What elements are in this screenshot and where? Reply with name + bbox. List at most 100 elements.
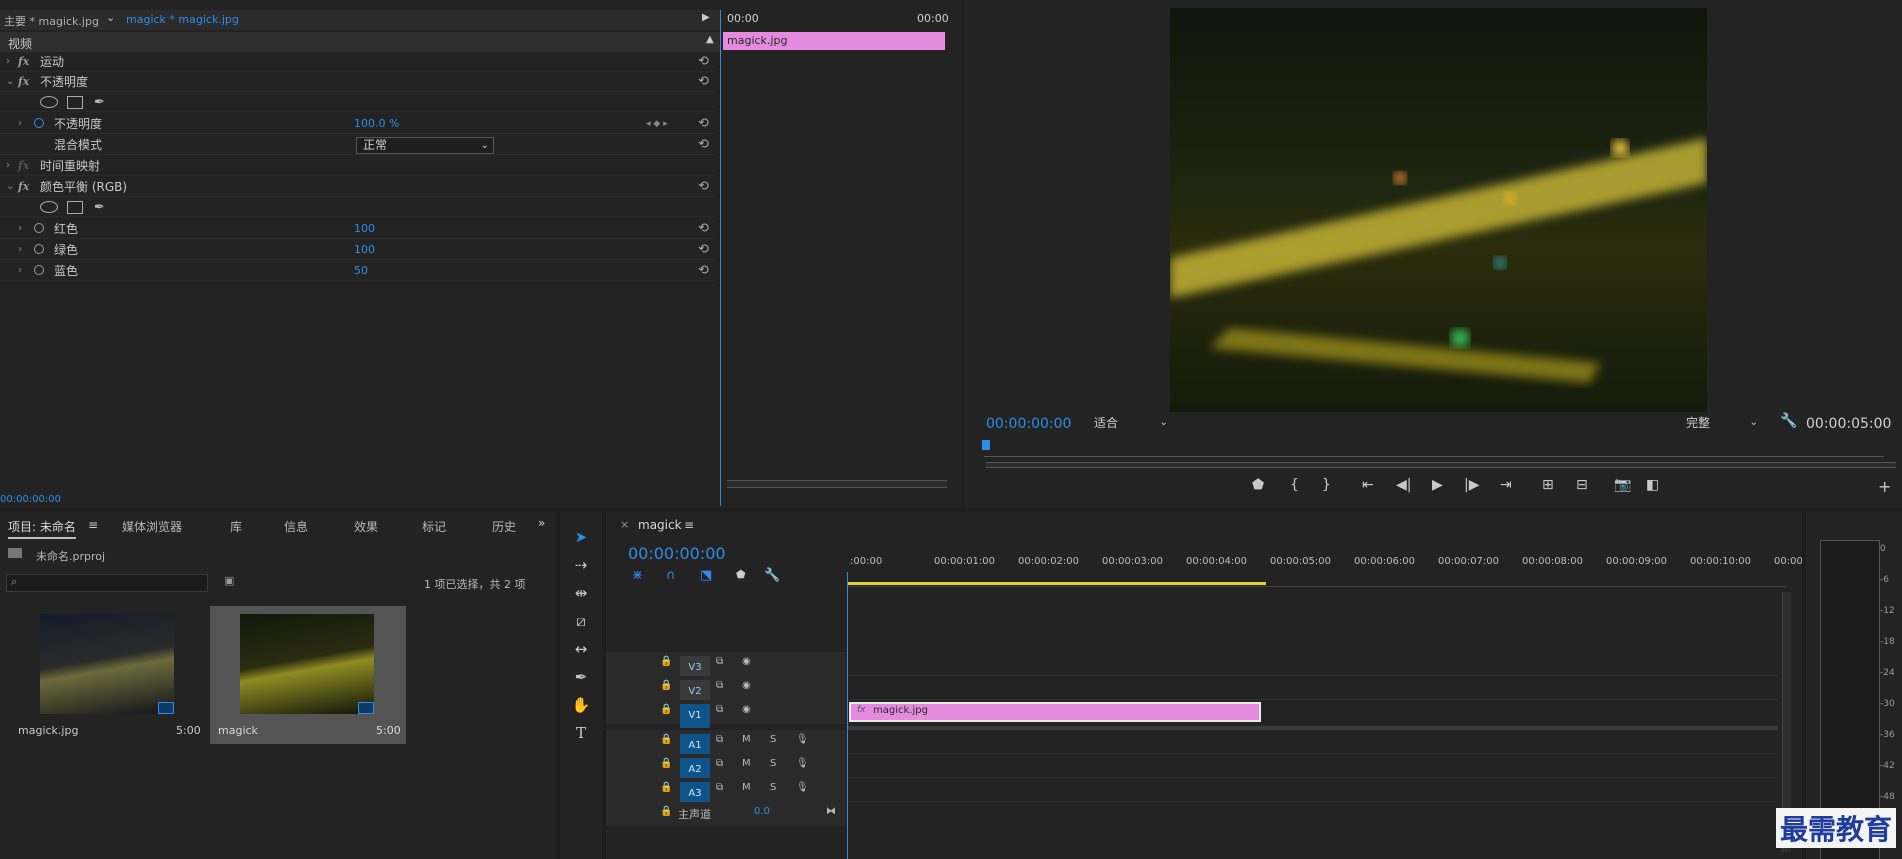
tab-history[interactable]: 历史 xyxy=(492,518,520,535)
blue-value[interactable]: 50 xyxy=(354,261,368,281)
clip-tab[interactable]: magick * magick.jpg xyxy=(126,13,239,26)
sync-lock-icon[interactable]: ⧉ xyxy=(716,704,723,715)
snap-icon[interactable]: ∩ xyxy=(666,568,676,583)
master-value[interactable]: 0.0 xyxy=(754,806,770,817)
reset-icon[interactable]: ⟲ xyxy=(698,261,709,281)
extract-icon[interactable]: ⊟ xyxy=(1576,477,1588,493)
go-to-out-icon[interactable]: ⇥ xyxy=(1500,477,1512,493)
chevron-down-icon[interactable]: ⌄ xyxy=(6,177,14,197)
rectangle-mask-icon[interactable] xyxy=(67,96,83,109)
stopwatch-icon[interactable] xyxy=(34,244,44,254)
rectangle-mask-icon[interactable] xyxy=(67,201,83,214)
add-button-icon[interactable]: + xyxy=(1878,477,1891,496)
effect-scrollbar[interactable] xyxy=(727,480,947,488)
tab-libraries[interactable]: 库 xyxy=(230,518,242,535)
track-select-tool-icon[interactable]: ⇢ xyxy=(570,554,592,576)
reset-icon[interactable]: ⟲ xyxy=(698,177,709,197)
keyframe-nav-icon[interactable]: ◂ ◆ ▸ xyxy=(646,114,668,134)
mute-button[interactable]: M xyxy=(742,734,751,745)
mic-icon[interactable]: 🎙 xyxy=(796,734,809,745)
track-lanes[interactable] xyxy=(848,652,1778,828)
tab-menu-icon[interactable]: ≡ xyxy=(684,518,694,532)
timeline-timecode[interactable]: 00:00:00:00 xyxy=(628,544,726,563)
tab-effects[interactable]: 效果 xyxy=(354,518,378,535)
sync-lock-icon[interactable]: ⧉ xyxy=(716,734,723,745)
track-v3[interactable]: 🔒 V3 ⧉ ◉ xyxy=(606,652,846,680)
chevron-right-icon[interactable]: › xyxy=(18,114,22,134)
type-tool-icon[interactable]: T xyxy=(570,722,592,744)
solo-button[interactable]: S xyxy=(770,758,776,769)
eye-icon[interactable]: ◉ xyxy=(742,704,751,715)
time-remap-row[interactable]: › fx 时间重映射 xyxy=(0,156,715,176)
add-marker-icon[interactable]: ⬟ xyxy=(1252,477,1264,493)
new-bin-icon[interactable]: ▣ xyxy=(224,574,234,587)
chevron-right-icon[interactable]: › xyxy=(6,52,10,72)
effect-timeline[interactable]: 00:00 00:00 magick.jpg xyxy=(720,10,962,506)
pen-mask-icon[interactable]: ✒ xyxy=(94,93,105,113)
add-marker-icon[interactable]: ⬟ xyxy=(736,568,746,581)
program-timecode[interactable]: 00:00:00:00 xyxy=(986,416,1071,432)
chevron-right-icon[interactable]: › xyxy=(18,261,22,281)
razor-tool-icon[interactable]: ⧄ xyxy=(570,610,592,632)
tab-project[interactable]: 项目: 未命名 xyxy=(8,518,76,539)
go-to-in-icon[interactable]: ⇤ xyxy=(1362,477,1374,493)
slip-tool-icon[interactable]: ↔ xyxy=(570,638,592,660)
eye-icon[interactable]: ◉ xyxy=(742,680,751,691)
fit-select[interactable]: 适合 ⌄ xyxy=(1090,414,1172,432)
program-playhead[interactable] xyxy=(982,440,990,450)
motion-row[interactable]: › fx 运动 ⟲ xyxy=(0,52,715,72)
lift-icon[interactable]: ⊞ xyxy=(1542,477,1554,493)
program-scrollbar[interactable] xyxy=(986,462,1896,468)
fx-icon[interactable]: fx xyxy=(18,177,29,197)
chevron-down-icon[interactable]: ⌄ xyxy=(6,72,14,92)
lock-icon[interactable]: 🔒 xyxy=(660,734,672,745)
pen-tool-icon[interactable]: ✒ xyxy=(570,666,592,688)
timeline-clip[interactable]: fx magick.jpg xyxy=(849,702,1261,722)
sync-lock-icon[interactable]: ⧉ xyxy=(716,656,723,667)
fx-icon[interactable]: fx xyxy=(18,52,29,72)
color-balance-row[interactable]: ⌄ fx 颜色平衡 (RGB) ⟲ xyxy=(0,177,715,197)
mark-out-icon[interactable]: } xyxy=(1322,477,1331,493)
solo-button[interactable]: S xyxy=(770,734,776,745)
mute-button[interactable]: M xyxy=(742,782,751,793)
red-row[interactable]: › 红色 100 ⟲ xyxy=(0,219,715,239)
clip-dropdown-icon[interactable]: ⌄ xyxy=(106,11,115,24)
solo-button[interactable]: S xyxy=(770,782,776,793)
wrench-icon[interactable]: 🔧 xyxy=(1780,413,1797,429)
mark-in-icon[interactable]: { xyxy=(1290,477,1299,493)
sync-lock-icon[interactable]: ⧉ xyxy=(716,782,723,793)
lock-icon[interactable]: 🔒 xyxy=(660,680,672,691)
ellipse-mask-icon[interactable] xyxy=(40,96,58,108)
timeline-tab[interactable]: magick xyxy=(638,518,682,532)
collapse-icon[interactable]: ▲ xyxy=(706,34,714,45)
lock-icon[interactable]: 🔒 xyxy=(660,758,672,769)
project-item[interactable]: magick.jpg 5:00 xyxy=(10,606,206,744)
more-tabs-icon[interactable]: » xyxy=(538,516,545,530)
mic-icon[interactable]: 🎙 xyxy=(796,758,809,769)
selection-tool-icon[interactable]: ➤ xyxy=(570,526,592,548)
eye-icon[interactable]: ◉ xyxy=(742,656,751,667)
green-row[interactable]: › 绿色 100 ⟲ xyxy=(0,240,715,260)
track-a1[interactable]: 🔒 A1 ⧉ M S 🎙 xyxy=(606,730,846,758)
track-v2[interactable]: 🔒 V2 ⧉ ◉ xyxy=(606,676,846,704)
play-icon[interactable]: ▶ xyxy=(1432,477,1443,493)
linked-selection-icon[interactable]: ⬔ xyxy=(700,568,712,583)
red-value[interactable]: 100 xyxy=(354,219,375,239)
reset-icon[interactable]: ⟲ xyxy=(698,135,709,155)
track-label[interactable]: V1 xyxy=(680,704,710,728)
stopwatch-icon[interactable] xyxy=(34,223,44,233)
step-back-icon[interactable]: ◀| xyxy=(1396,477,1411,493)
tab-media-browser[interactable]: 媒体浏览器 xyxy=(122,518,182,535)
ellipse-mask-icon[interactable] xyxy=(40,201,58,213)
master-tab[interactable]: 主要 * magick.jpg xyxy=(4,13,99,29)
quality-select[interactable]: 完整 ⌄ xyxy=(1682,414,1762,432)
step-forward-icon[interactable]: |▶ xyxy=(1464,477,1479,493)
lock-icon[interactable]: 🔒 xyxy=(660,782,672,793)
opacity-row[interactable]: ⌄ fx 不透明度 ⟲ xyxy=(0,72,715,92)
stopwatch-icon[interactable] xyxy=(34,118,44,128)
reset-icon[interactable]: ⟲ xyxy=(698,114,709,134)
blue-row[interactable]: › 蓝色 50 ⟲ xyxy=(0,261,715,281)
insert-sequence-icon[interactable]: ⋇ xyxy=(632,568,643,583)
effect-footer-timecode[interactable]: 00:00:00:00 xyxy=(0,494,61,505)
play-only-icon[interactable]: ▶ xyxy=(702,12,710,23)
